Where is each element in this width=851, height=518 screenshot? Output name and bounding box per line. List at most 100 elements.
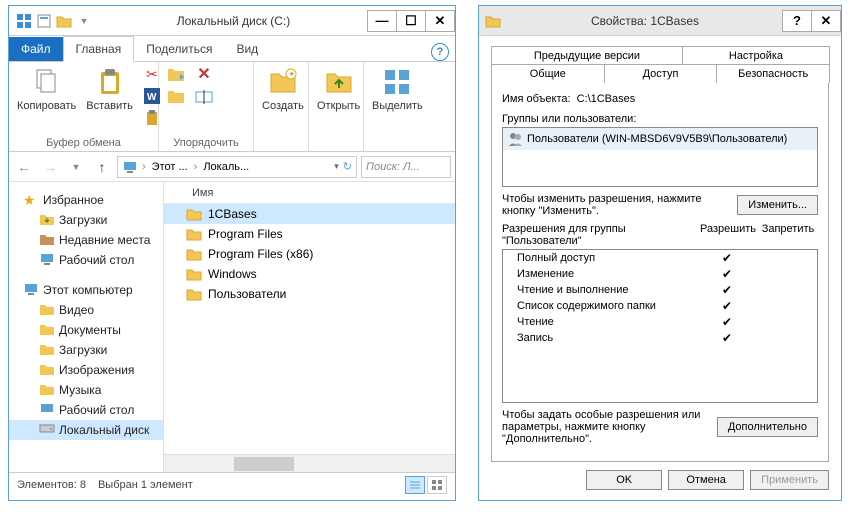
downloads-icon (39, 212, 55, 228)
icons-view-button[interactable] (427, 476, 447, 494)
permissions-label: Разрешения для группы "Пользователи" (502, 223, 698, 247)
navigation-pane: ★ Избранное Загрузки Недавние места Рабо… (9, 182, 164, 472)
nav-recent[interactable]: Недавние места (9, 230, 163, 250)
list-item[interactable]: Program Files (x86) (164, 244, 455, 264)
list-item[interactable]: Пользователи (164, 284, 455, 304)
rename-button[interactable] (193, 86, 215, 106)
pc-icon (122, 160, 138, 174)
select-button[interactable]: Выделить (370, 64, 425, 114)
tab-view[interactable]: Вид (224, 37, 270, 61)
advanced-button[interactable]: Дополнительно (717, 417, 818, 437)
perm-row: Чтение✔ (503, 314, 817, 330)
search-input[interactable]: Поиск: Л... (361, 156, 451, 178)
deny-header: Запретить (758, 223, 818, 247)
file-list: Имя 1CBases Program Files Program Files … (164, 182, 455, 472)
checkmark-icon: ✔ (722, 251, 732, 265)
app-icon (15, 12, 33, 30)
recent-icon (39, 232, 55, 248)
checkmark-icon: ✔ (722, 267, 732, 281)
downloads-icon (39, 342, 55, 358)
nav-documents[interactable]: Документы (9, 320, 163, 340)
star-icon: ★ (23, 192, 39, 208)
close-button[interactable]: ✕ (811, 10, 841, 32)
nav-downloads[interactable]: Загрузки (9, 210, 163, 230)
group-item[interactable]: Пользователи (WIN-MBSD6V9V5B9\Пользовате… (503, 128, 817, 150)
object-name-value: C:\1CBases (577, 93, 636, 105)
music-icon (39, 382, 55, 398)
tab-security[interactable]: Безопасность (716, 64, 830, 83)
desktop-icon (39, 252, 55, 268)
column-header-name[interactable]: Имя (164, 182, 455, 204)
help-icon[interactable]: ? (431, 43, 449, 61)
folder-icon (186, 207, 202, 221)
documents-icon (39, 322, 55, 338)
scissors-icon: ✂ (146, 66, 158, 83)
tab-sharing[interactable]: Доступ (604, 64, 718, 83)
svg-text:✦: ✦ (288, 69, 296, 79)
properties-icon[interactable] (35, 12, 53, 30)
nav-localdisk[interactable]: Локальный диск (9, 420, 163, 440)
checkmark-icon: ✔ (722, 299, 732, 313)
perm-row: Чтение и выполнение✔ (503, 282, 817, 298)
tab-previous-versions[interactable]: Предыдущие версии (491, 46, 683, 65)
tab-customize[interactable]: Настройка (682, 46, 830, 65)
back-button[interactable]: ← (13, 156, 35, 178)
copy-to-button[interactable] (165, 86, 187, 106)
drive-icon (39, 422, 55, 438)
folder-icon[interactable] (55, 12, 73, 30)
move-to-button[interactable] (165, 64, 187, 84)
minimize-button[interactable]: — (367, 10, 397, 32)
new-folder-button[interactable]: ✦ Создать (260, 64, 306, 114)
nav-this-pc[interactable]: Этот компьютер (9, 280, 163, 300)
ok-button[interactable]: OK (586, 470, 662, 490)
details-view-button[interactable] (405, 476, 425, 494)
folder-icon (485, 14, 501, 28)
tab-file[interactable]: Файл (9, 37, 63, 61)
list-item[interactable]: Windows (164, 264, 455, 284)
word-icon: W (144, 88, 160, 104)
history-dropdown[interactable]: ▼ (65, 156, 87, 178)
breadcrumb[interactable]: › Этот ... › Локаль... ▾ ↻ (117, 156, 357, 178)
tab-general[interactable]: Общие (491, 64, 605, 83)
horizontal-scrollbar[interactable] (164, 454, 455, 472)
pc-icon (23, 282, 39, 298)
chevron-down-icon[interactable]: ▼ (75, 12, 93, 30)
status-bar: Элементов: 8 Выбран 1 элемент (9, 472, 455, 496)
tab-home[interactable]: Главная (63, 36, 135, 62)
list-item[interactable]: 1CBases (164, 204, 455, 224)
dropdown-icon[interactable]: ▾ (334, 161, 339, 172)
nav-pictures[interactable]: Изображения (9, 360, 163, 380)
open-icon (323, 66, 355, 98)
refresh-icon[interactable]: ↻ (343, 160, 352, 173)
explorer-window: ▼ Локальный диск (C:) — ☐ ✕ Файл Главная… (8, 5, 456, 501)
edit-button[interactable]: Изменить... (737, 195, 818, 215)
nav-desktop2[interactable]: Рабочий стол (9, 400, 163, 420)
help-button[interactable]: ? (782, 10, 812, 32)
delete-button[interactable]: ✕ (193, 64, 215, 84)
cancel-button[interactable]: Отмена (668, 470, 744, 490)
folder-icon (186, 247, 202, 261)
nav-music[interactable]: Музыка (9, 380, 163, 400)
copy-icon (31, 66, 63, 98)
list-item[interactable]: Program Files (164, 224, 455, 244)
desktop-icon (39, 402, 55, 418)
nav-favorites[interactable]: ★ Избранное (9, 190, 163, 210)
properties-dialog: Свойства: 1CBases ? ✕ Предыдущие версии … (478, 5, 842, 501)
perm-row: Полный доступ✔ (503, 250, 817, 266)
dialog-footer: OK Отмена Применить (491, 462, 829, 490)
up-button[interactable]: ↑ (91, 156, 113, 178)
tab-share[interactable]: Поделиться (134, 37, 224, 61)
copy-button[interactable]: Копировать (15, 64, 78, 114)
new-folder-icon: ✦ (267, 66, 299, 98)
forward-button[interactable]: → (39, 156, 61, 178)
open-button[interactable]: Открыть (315, 64, 362, 114)
groups-listbox[interactable]: Пользователи (WIN-MBSD6V9V5B9\Пользовате… (502, 127, 818, 187)
paste-button[interactable]: Вставить (84, 64, 135, 114)
apply-button[interactable]: Применить (750, 470, 829, 490)
close-button[interactable]: ✕ (425, 10, 455, 32)
clipboard-group-label: Буфер обмена (15, 135, 152, 149)
nav-desktop[interactable]: Рабочий стол (9, 250, 163, 270)
nav-video[interactable]: Видео (9, 300, 163, 320)
nav-downloads2[interactable]: Загрузки (9, 340, 163, 360)
maximize-button[interactable]: ☐ (396, 10, 426, 32)
